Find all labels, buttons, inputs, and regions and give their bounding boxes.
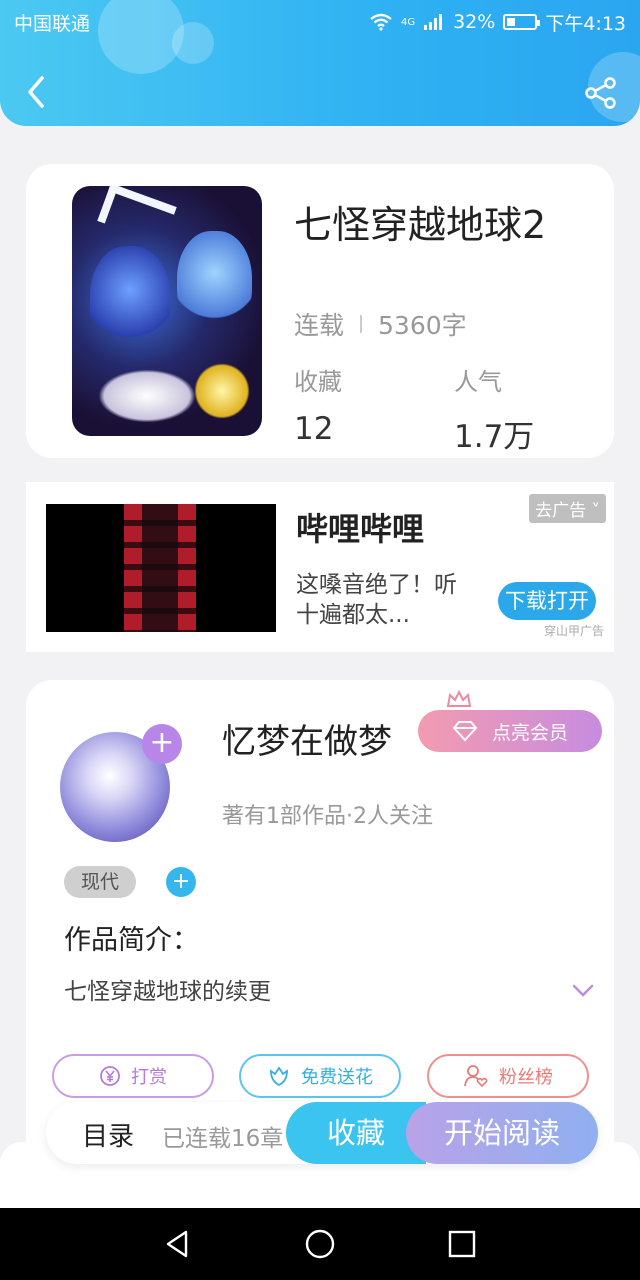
battery-percent: 32% (453, 11, 496, 33)
add-tag-button[interactable]: + (166, 867, 196, 897)
remove-ad-button[interactable]: 去广告 ˅ (529, 494, 606, 523)
signal-icon (424, 14, 443, 30)
fan-ranking-button[interactable]: 粉丝榜 (427, 1054, 589, 1098)
carrier-label: 中国联通 (14, 12, 91, 35)
top-header: 中国联通 4G 32% 下午4:13 (0, 0, 640, 126)
flower-icon (270, 1066, 288, 1087)
share-icon[interactable] (584, 76, 618, 110)
bottom-action-bar: 目录 已连载16章 收藏 开始阅读 (46, 1102, 598, 1164)
status-bar: 中国联通 4G 32% 下午4:13 (14, 8, 626, 36)
ad-download-button[interactable]: 下载打开 (498, 582, 596, 620)
activate-vip-button[interactable]: 点亮会员 (418, 710, 602, 752)
ad-banner[interactable]: 哔哩哔哩 这嗓音绝了！听十遍都太... 去广告 ˅ 下载打开 穿山甲广告 (26, 482, 614, 652)
favorites-stat: 收藏 12 (294, 362, 342, 447)
chapter-count[interactable]: 已连载16章 (162, 1119, 292, 1153)
book-status: 连载 (294, 311, 345, 340)
yen-coin-icon (100, 1066, 120, 1086)
genre-tag[interactable]: 现代 (64, 866, 136, 898)
network-type-label: 4G (400, 16, 416, 28)
divider (360, 315, 363, 333)
book-cover-image[interactable] (72, 186, 262, 436)
send-flower-label: 免费送花 (301, 1067, 373, 1088)
send-flower-button[interactable]: 免费送花 (239, 1054, 401, 1098)
reward-button[interactable]: 打赏 (52, 1054, 214, 1098)
nav-recents-icon[interactable] (444, 1226, 480, 1262)
ad-source-label: 穿山甲广告 (543, 624, 604, 638)
favorites-label: 收藏 (294, 368, 342, 396)
popularity-value: 1.7万 (454, 419, 535, 455)
start-reading-button[interactable]: 开始阅读 (406, 1102, 598, 1164)
reward-label: 打赏 (131, 1067, 167, 1088)
author-name: 忆梦在做梦 (222, 722, 392, 762)
book-info-card: 七怪穿越地球2 连载 5360字 收藏 12 人气 1.7万 (26, 164, 614, 458)
book-title: 七怪穿越地球2 (294, 203, 547, 247)
battery-icon (503, 14, 541, 30)
favorites-value: 12 (294, 411, 334, 447)
clock: 下午4:13 (545, 12, 626, 35)
back-arrow-icon[interactable] (22, 72, 52, 112)
system-nav-bar (0, 1208, 640, 1280)
table-of-contents-button[interactable]: 目录 (82, 1116, 134, 1153)
user-heart-icon (464, 1065, 488, 1088)
author-stats: 著有1部作品·2人关注 (222, 804, 433, 829)
ad-image[interactable] (46, 504, 276, 632)
book-meta: 连载 5360字 (294, 306, 467, 342)
ad-description: 这嗓音绝了！听十遍都太... (296, 572, 457, 628)
book-word-count: 5360字 (378, 311, 467, 340)
crown-icon (446, 690, 472, 707)
intro-text: 七怪穿越地球的续更 (64, 979, 271, 1005)
diamond-icon (452, 721, 478, 742)
nav-home-icon[interactable] (302, 1226, 338, 1262)
intro-heading: 作品简介： (64, 925, 199, 956)
popularity-label: 人气 (454, 368, 502, 396)
ad-title: 哔哩哔哩 (296, 510, 425, 548)
fan-ranking-label: 粉丝榜 (499, 1067, 553, 1088)
chevron-down-icon[interactable] (572, 984, 594, 998)
follow-author-button[interactable]: + (142, 724, 182, 764)
wifi-icon (370, 13, 392, 31)
popularity-stat: 人气 1.7万 (454, 362, 534, 456)
nav-back-icon[interactable] (160, 1226, 196, 1262)
vip-button-label: 点亮会员 (491, 721, 568, 744)
add-to-favorites-button[interactable]: 收藏 (286, 1102, 426, 1164)
